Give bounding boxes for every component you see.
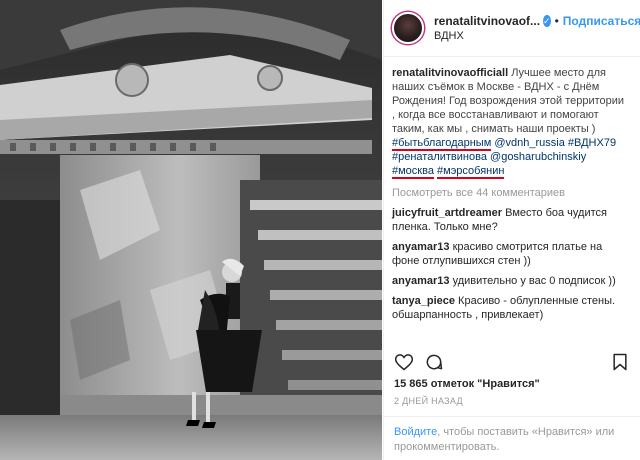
comment-item: anyamar13 красиво смотрится платье на фо… bbox=[392, 240, 630, 268]
comment-username[interactable]: tanya_piece bbox=[392, 295, 455, 307]
hashtag-link[interactable]: #мэрсобянин bbox=[437, 165, 505, 179]
location-link[interactable]: ВДНХ bbox=[434, 30, 632, 42]
hashtag-link[interactable]: #бытьблагодарным bbox=[392, 137, 492, 151]
mention-link[interactable]: @gosharubchinskiy bbox=[490, 151, 586, 163]
comment-username[interactable]: anyamar13 bbox=[392, 275, 450, 287]
post-photo[interactable] bbox=[0, 0, 382, 460]
action-bar bbox=[394, 350, 630, 374]
mention-link[interactable]: @vdnh_russia bbox=[494, 137, 564, 149]
bookmark-icon[interactable] bbox=[610, 352, 630, 372]
verified-icon: ✓ bbox=[543, 15, 551, 27]
post-header: renatalitvinovaof... ✓ • Подписаться ВДН… bbox=[384, 0, 640, 57]
login-link[interactable]: Войдите bbox=[394, 426, 437, 438]
comment-item: tanya_piece Красиво - облупленные стены.… bbox=[392, 294, 630, 322]
comment-item: anyamar13 удивительно у вас 0 подписок )… bbox=[392, 274, 630, 288]
comment-text: удивительно у вас 0 подписок )) bbox=[452, 275, 616, 287]
hashtag-link[interactable]: #ренаталитвинова bbox=[392, 151, 487, 163]
post-side-panel: renatalitvinovaof... ✓ • Подписаться ВДН… bbox=[383, 0, 640, 460]
comment-item: juicyfruit_artdreamer Вместо боа чудится… bbox=[392, 206, 630, 234]
login-prompt: Войдите, чтобы поставить «Нравится» или … bbox=[384, 416, 640, 460]
comments-section[interactable]: renatalitvinovaofficiall Лучшее место дл… bbox=[384, 62, 640, 342]
likes-count[interactable]: 15 865 отметок "Нравится" bbox=[394, 378, 540, 390]
separator-dot: • bbox=[554, 14, 559, 28]
likes-number: 15 865 bbox=[394, 378, 428, 390]
comment-username[interactable]: anyamar13 bbox=[392, 241, 450, 253]
caption-username[interactable]: renatalitvinovaofficiall bbox=[392, 67, 508, 79]
view-all-comments-link[interactable]: Посмотреть все 44 комментариев bbox=[392, 186, 630, 200]
post-date: 2 ДНЕЙ НАЗАД bbox=[394, 396, 463, 406]
avatar[interactable] bbox=[392, 12, 424, 44]
comment-username[interactable]: juicyfruit_artdreamer bbox=[392, 207, 502, 219]
comment-icon[interactable] bbox=[424, 352, 444, 372]
heart-icon[interactable] bbox=[394, 352, 414, 372]
hashtag-link[interactable]: #ВДНХ79 bbox=[568, 137, 616, 149]
follow-button[interactable]: Подписаться bbox=[563, 14, 640, 28]
hashtag-link[interactable]: #москва bbox=[392, 165, 434, 179]
author-username[interactable]: renatalitvinovaof... bbox=[434, 14, 540, 28]
likes-label: отметок "Нравится" bbox=[430, 378, 540, 390]
caption: renatalitvinovaofficiall Лучшее место дл… bbox=[392, 62, 630, 179]
